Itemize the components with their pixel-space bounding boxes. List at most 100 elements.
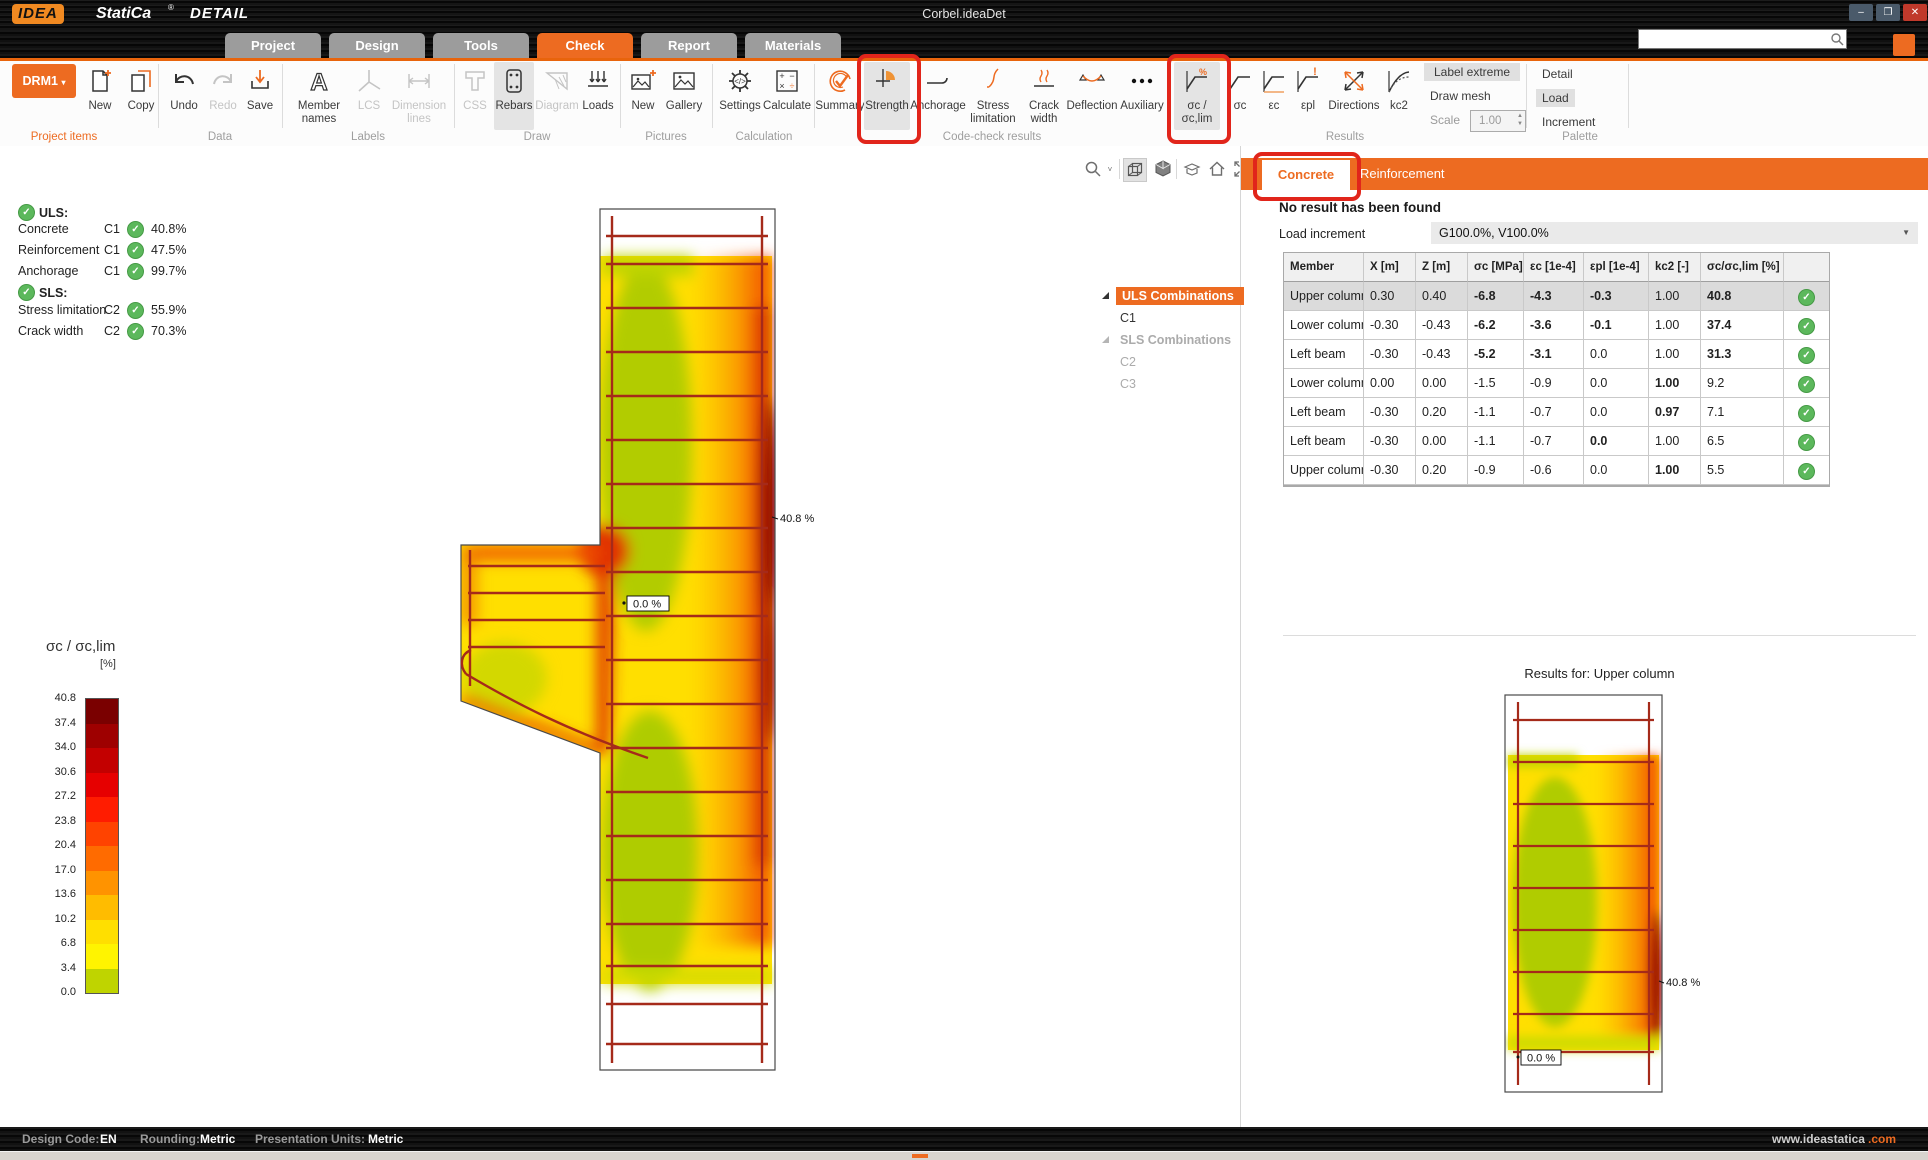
- tree-item-uls-combinations[interactable]: ULS Combinations: [1116, 287, 1244, 305]
- tree-expander-sls[interactable]: [1102, 336, 1109, 343]
- no-result-message: No result has been found: [1279, 200, 1441, 215]
- table-row[interactable]: Upper column-0.300.20-0.9-0.60.01.005.5✓: [1284, 456, 1829, 485]
- sigma-c-button[interactable]: σc: [1224, 62, 1256, 130]
- tree-expander-uls[interactable]: [1102, 292, 1109, 299]
- zoom-dropdown-caret[interactable]: ˅: [1104, 158, 1116, 180]
- table-cell: -0.30: [1364, 427, 1416, 456]
- table-cell: -5.2: [1468, 340, 1524, 369]
- tab-design[interactable]: Design: [329, 33, 425, 58]
- loads-button[interactable]: Loads: [580, 62, 616, 130]
- group-label-results: Results: [1326, 131, 1364, 144]
- caret-down-icon: ▾: [61, 78, 65, 87]
- tree-item-c2[interactable]: C2: [1120, 353, 1136, 371]
- table-cell: 9.2: [1701, 369, 1784, 398]
- palette-increment-button[interactable]: Increment: [1536, 113, 1601, 131]
- dimension-lines-button[interactable]: Dimension lines: [388, 62, 450, 130]
- status-cell: ✓: [1784, 456, 1829, 485]
- epsilon-pl-button[interactable]: ! εpl: [1292, 62, 1324, 130]
- spinner-down-icon[interactable]: ▼: [1517, 121, 1523, 128]
- corbel-stress-plot[interactable]: 40.8 % 0.0 %: [0, 146, 1240, 1127]
- table-cell: 6.5: [1701, 427, 1784, 456]
- results-table[interactable]: MemberX [m]Z [m]σc [MPa]εc [1e-4]εpl [1e…: [1283, 252, 1830, 487]
- search-input[interactable]: [1638, 29, 1847, 49]
- tab-tools[interactable]: Tools: [433, 33, 529, 58]
- draw-mesh-toggle[interactable]: Draw mesh: [1424, 87, 1497, 105]
- table-row[interactable]: Lower column-0.30-0.43-6.2-3.6-0.11.0037…: [1284, 311, 1829, 340]
- table-cell: 5.5: [1701, 456, 1784, 485]
- scale-spinner[interactable]: 1.00 ▲ ▼: [1470, 110, 1526, 132]
- tab-materials[interactable]: Materials: [745, 33, 841, 58]
- table-row[interactable]: Upper column0.300.40-6.8-4.3-0.31.0040.8…: [1284, 282, 1829, 311]
- clipping-view-button[interactable]: [1181, 158, 1203, 180]
- copy-icon: [126, 62, 156, 100]
- svg-text:0.0 %: 0.0 %: [1527, 1053, 1555, 1065]
- table-cell: -0.1: [1584, 311, 1649, 340]
- undo-button[interactable]: Undo: [164, 62, 204, 130]
- directions-button[interactable]: Directions: [1328, 62, 1380, 130]
- notification-button[interactable]: [1893, 34, 1915, 56]
- new-picture-button[interactable]: New: [626, 62, 660, 130]
- website-link[interactable]: www.ideastatica: [1772, 1132, 1865, 1146]
- gallery-button[interactable]: Gallery: [662, 62, 706, 130]
- table-row[interactable]: Lower column0.000.00-1.5-0.90.01.009.2✓: [1284, 369, 1829, 398]
- svg-text:0.0 %: 0.0 %: [633, 599, 661, 611]
- mini-max-value-label: 40.8 %: [1666, 977, 1700, 989]
- zoom-tool-button[interactable]: [1082, 158, 1104, 180]
- minimize-button[interactable]: –: [1849, 4, 1873, 21]
- tree-item-sls-combinations[interactable]: SLS Combinations: [1120, 331, 1231, 349]
- save-button[interactable]: Save: [242, 62, 278, 130]
- deflection-button[interactable]: Deflection: [1068, 62, 1116, 130]
- load-increment-select[interactable]: G100.0%, V100.0% ▼: [1431, 222, 1918, 244]
- table-row[interactable]: Left beam-0.300.00-1.1-0.70.01.006.5✓: [1284, 427, 1829, 456]
- table-cell: Lower column: [1284, 369, 1364, 398]
- sigma-ratio-button[interactable]: % σc / σc,lim: [1174, 62, 1220, 130]
- upper-column-mini-plot[interactable]: 40.8 % 0.0 %: [1455, 690, 1725, 1102]
- spinner-up-icon[interactable]: ▲: [1517, 113, 1523, 120]
- tree-item-c3[interactable]: C3: [1120, 375, 1136, 393]
- anchorage-button[interactable]: Anchorage: [912, 62, 964, 130]
- summary-row-value: 70.3%: [151, 324, 186, 338]
- auxiliary-button[interactable]: Auxiliary: [1118, 62, 1166, 130]
- table-row[interactable]: Left beam-0.300.20-1.1-0.70.00.977.1✓: [1284, 398, 1829, 427]
- rebars-button[interactable]: Rebars: [494, 62, 534, 130]
- kc2-button[interactable]: kc2: [1382, 62, 1416, 130]
- close-button[interactable]: ✕: [1903, 4, 1927, 21]
- stress-limitation-button[interactable]: Stress limitation: [966, 62, 1020, 130]
- sigma-c-icon: [1225, 62, 1255, 100]
- lcs-button[interactable]: LCS: [352, 62, 386, 130]
- palette-detail-button[interactable]: Detail: [1536, 65, 1579, 83]
- tab-reinforcement[interactable]: Reinforcement: [1360, 158, 1445, 190]
- diagram-button[interactable]: Diagram: [536, 62, 578, 130]
- palette-load-button[interactable]: Load: [1536, 89, 1575, 107]
- check-icon: ✓: [127, 302, 144, 319]
- copy-button[interactable]: Copy: [120, 62, 162, 130]
- settings-button[interactable]: </> Settings: [718, 62, 762, 130]
- table-row[interactable]: Left beam-0.30-0.43-5.2-3.10.01.0031.3✓: [1284, 340, 1829, 369]
- tree-item-c1[interactable]: C1: [1120, 309, 1136, 327]
- wireframe-view-button[interactable]: [1123, 158, 1147, 182]
- redo-icon: [208, 62, 238, 100]
- strength-button[interactable]: Strength: [864, 62, 910, 130]
- tab-project[interactable]: Project: [225, 33, 321, 58]
- website-tld[interactable]: .com: [1868, 1132, 1896, 1146]
- legend-segment: [86, 748, 118, 773]
- calculate-button[interactable]: +− ×÷ Calculate: [764, 62, 810, 130]
- new-project-item-button[interactable]: New: [80, 62, 120, 130]
- tab-report[interactable]: Report: [641, 33, 737, 58]
- home-view-button[interactable]: [1206, 158, 1228, 180]
- solid-view-button[interactable]: [1152, 158, 1174, 180]
- label-extreme-toggle[interactable]: Label extreme: [1424, 63, 1520, 81]
- epsilon-c-button[interactable]: εc: [1258, 62, 1290, 130]
- drm1-dropdown[interactable]: DRM1 ▾: [12, 64, 76, 98]
- table-header-cell: [1784, 253, 1829, 282]
- summary-button[interactable]: Summary: [818, 62, 862, 130]
- redo-button[interactable]: Redo: [204, 62, 242, 130]
- maximize-button[interactable]: ❐: [1876, 4, 1900, 21]
- member-names-button[interactable]: A Member names: [288, 62, 350, 130]
- pass-check-icon: ✓: [1798, 405, 1815, 422]
- tab-concrete[interactable]: Concrete: [1262, 160, 1350, 190]
- css-button[interactable]: CSS: [458, 62, 492, 130]
- tab-check[interactable]: Check: [537, 33, 633, 58]
- crack-width-button[interactable]: Crack width: [1022, 62, 1066, 130]
- toolbar-separator: [1119, 159, 1120, 179]
